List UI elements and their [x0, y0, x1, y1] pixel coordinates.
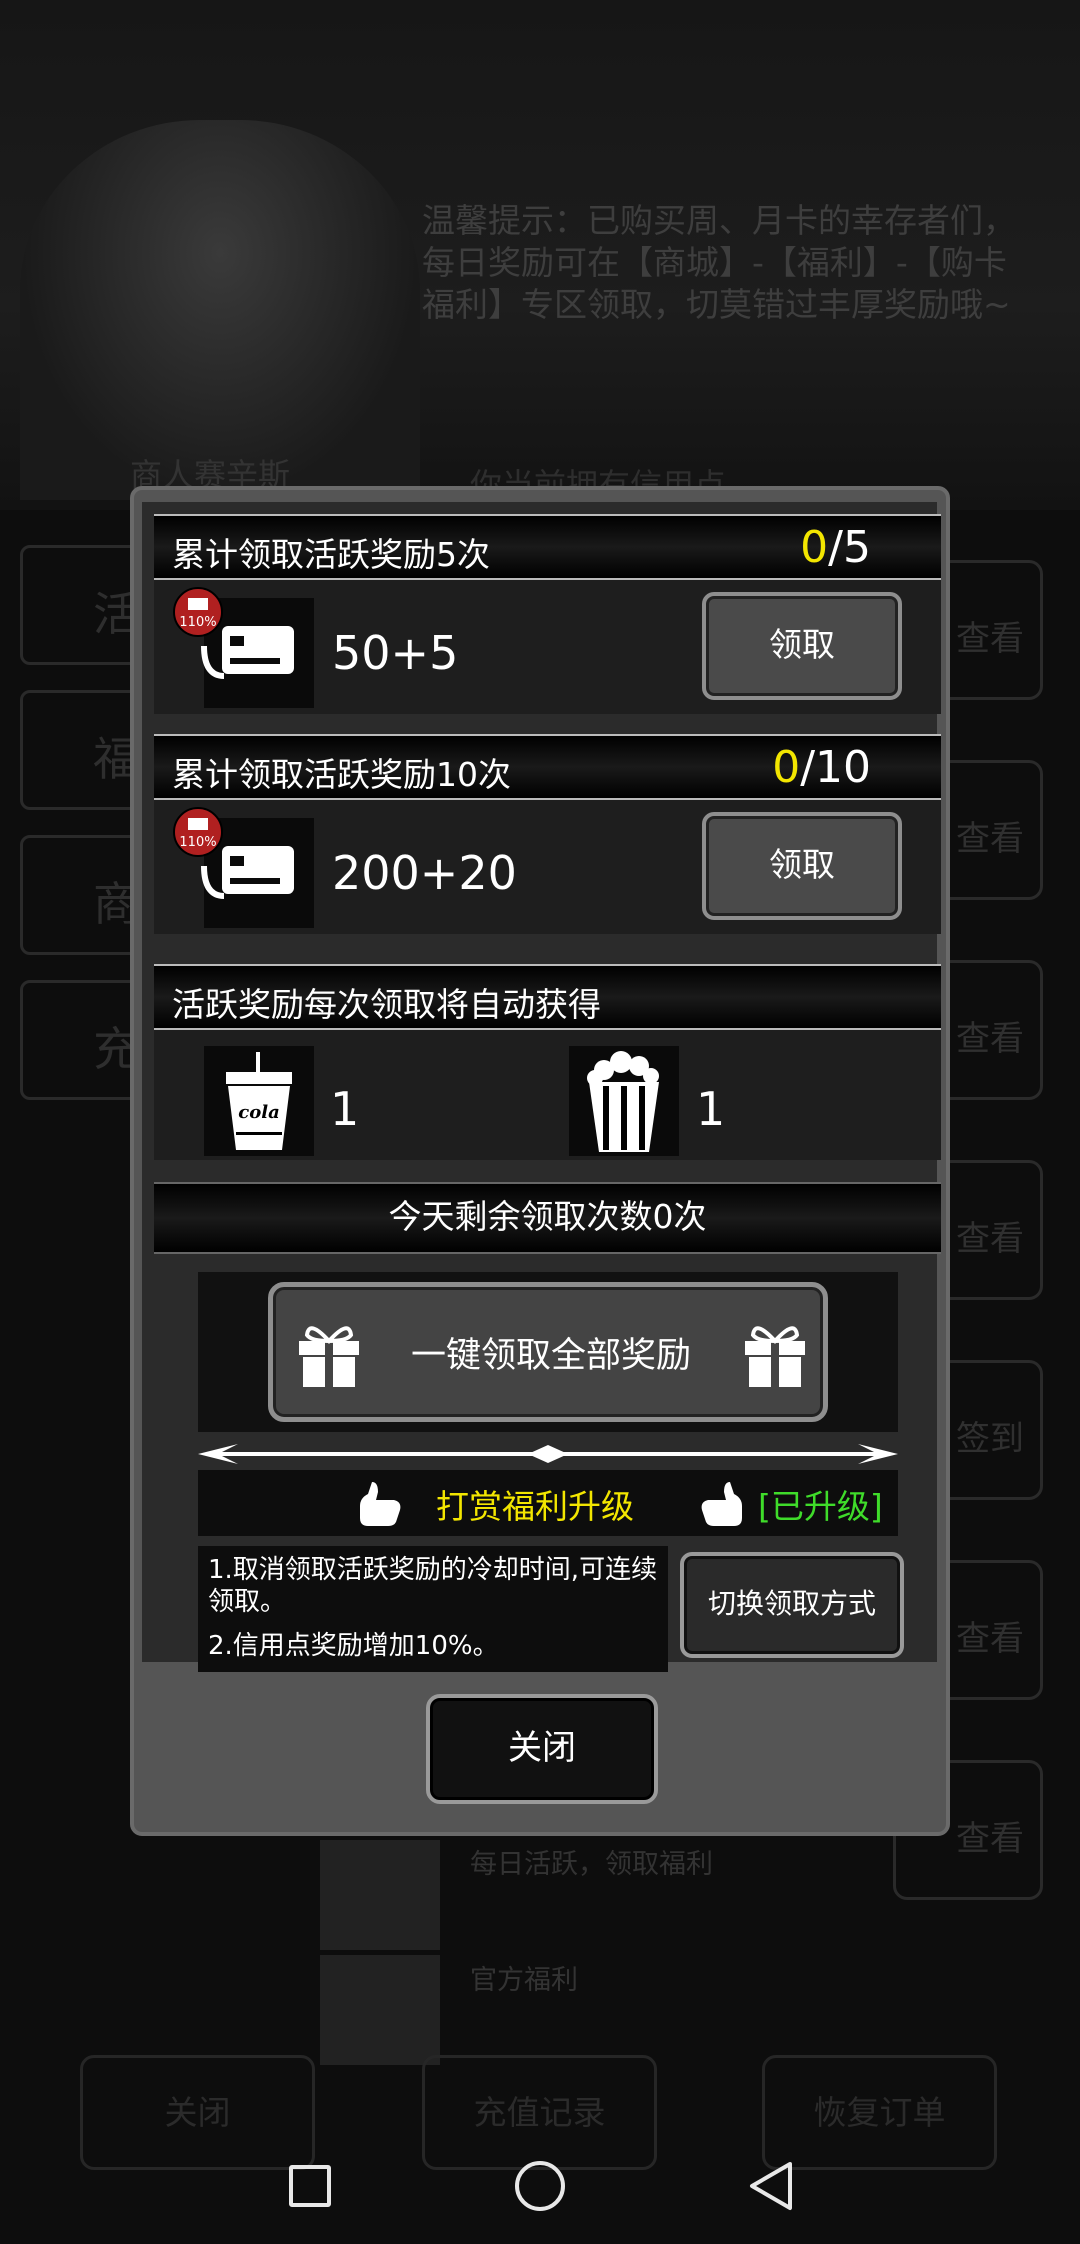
auto-reward-card: 活跃奖励每次领取将自动获得 cola 1 1 — [154, 964, 941, 1160]
upgrade-row: 打赏福利升级 [已升级] — [198, 1470, 898, 1536]
gift-icon — [745, 1326, 805, 1387]
task-header: 累计领取活跃奖励10次 0/10 — [154, 734, 941, 800]
task-card: 累计领取活跃奖励5次 0/5 110% 50+5 领取 — [154, 514, 941, 714]
auto-reward-title: 活跃奖励每次领取将自动获得 — [172, 985, 601, 1024]
home-icon[interactable] — [515, 2161, 565, 2211]
claim-all-button[interactable]: 一键领取全部奖励 — [268, 1282, 828, 1422]
background-tip-text: 温馨提示：已购买周、月卡的幸存者们，每日奖励可在【商城】-【福利】-【购卡福利】… — [422, 201, 1016, 324]
task-title: 累计领取活跃奖励10次 — [172, 755, 511, 794]
dialog-content: 累计领取活跃奖励5次 0/5 110% 50+5 领取 累计领取活跃奖励10次 … — [142, 502, 941, 1672]
gift-icon — [320, 1840, 440, 1950]
cola-icon: cola — [204, 1046, 314, 1156]
claim-all-label: 一键领取全部奖励 — [410, 1336, 691, 1376]
description-line: 2.信用点奖励增加10%。 — [208, 1631, 499, 1661]
description-line: 1.取消领取活跃奖励的冷却时间,可连续领取。 — [208, 1555, 658, 1617]
left-nav-item[interactable]: 充 — [20, 980, 140, 1100]
badge-text: 110% — [179, 835, 216, 850]
reward-amount: 200+20 — [332, 846, 517, 900]
credit-card-icon: 110% — [173, 807, 314, 928]
list-item-title: 官方福利 — [470, 1965, 578, 1996]
credit-card-icon: 110% — [173, 587, 314, 708]
gift-icon — [320, 1955, 440, 2065]
switch-claim-mode-button[interactable]: 切换领取方式 — [680, 1552, 904, 1658]
oneclick-area: 一键领取全部奖励 — [198, 1272, 898, 1432]
left-nav-item[interactable]: 活 — [20, 545, 140, 665]
gift-icon — [299, 1326, 359, 1387]
cola-label: cola — [238, 1102, 279, 1123]
task-card: 累计领取活跃奖励10次 0/10 110% 200+20 领取 — [154, 734, 941, 934]
task-progress: 0/10 — [772, 742, 871, 793]
progress-current: 0 — [772, 742, 801, 793]
upgrade-description: 1.取消领取活跃奖励的冷却时间,可连续领取。 2.信用点奖励增加10%。 — [198, 1546, 668, 1672]
popcorn-icon — [569, 1046, 679, 1156]
thumbs-up-icon — [701, 1482, 742, 1526]
back-icon[interactable] — [746, 2160, 796, 2212]
reward-amount: 50+5 — [332, 626, 459, 680]
badge-text: 110% — [179, 615, 216, 630]
ornament-divider — [198, 1444, 898, 1464]
popcorn-count: 1 — [696, 1082, 726, 1136]
task-title: 累计领取活跃奖励5次 — [172, 535, 490, 574]
auto-reward-header: 活跃奖励每次领取将自动获得 — [154, 964, 941, 1030]
progress-total: /10 — [800, 742, 871, 793]
progress-current: 0 — [800, 522, 829, 573]
task-progress: 0/5 — [800, 522, 871, 573]
progress-total: /5 — [828, 522, 871, 573]
active-reward-dialog: 累计领取活跃奖励5次 0/5 110% 50+5 领取 累计领取活跃奖励10次 … — [130, 486, 950, 1836]
remaining-claims-text: 今天剩余领取次数0次 — [154, 1182, 941, 1254]
merchant-portrait — [20, 120, 420, 500]
upgrade-status: [已升级] — [758, 1487, 883, 1526]
left-nav-item[interactable]: 商 — [20, 835, 140, 955]
recent-apps-icon[interactable] — [289, 2165, 331, 2207]
cola-count: 1 — [330, 1082, 360, 1136]
claim-button[interactable]: 领取 — [702, 812, 902, 920]
list-item-title: 每日活跃，领取福利 — [470, 1849, 713, 1880]
task-header: 累计领取活跃奖励5次 0/5 — [154, 514, 941, 580]
upgrade-title: 打赏福利升级 — [436, 1487, 634, 1526]
claim-button[interactable]: 领取 — [702, 592, 902, 700]
close-button[interactable]: 关闭 — [426, 1694, 658, 1804]
left-nav-item[interactable]: 福 — [20, 690, 140, 810]
thumbs-up-icon — [360, 1482, 401, 1526]
